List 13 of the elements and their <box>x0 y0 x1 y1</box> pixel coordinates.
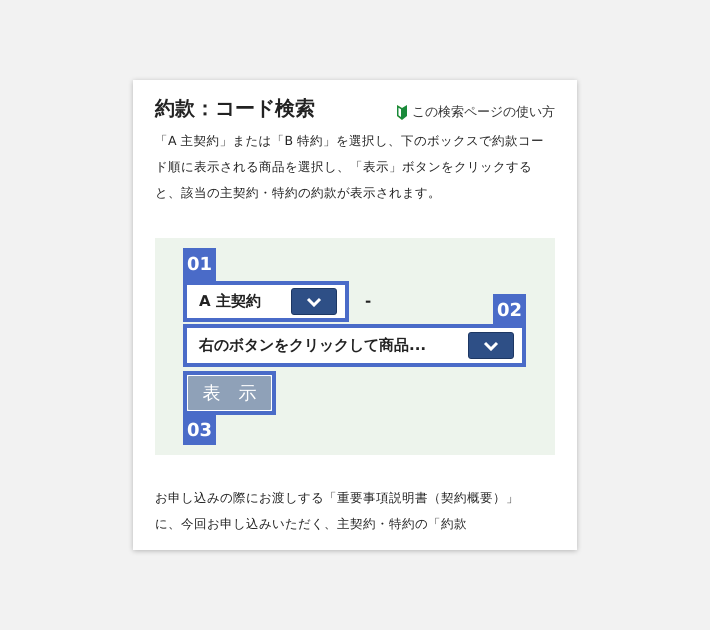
description-text: 「A 主契約」または「B 特約」を選択し、下のボックスで約款コード順に表示される商品を選択し、「表示」ボタンをクリックすると、該当の主契約・特約の約款が表示されます。 <box>155 132 546 202</box>
note-text: お申し込みの際にお渡しする「重要事項説明書（契約概要）」に、今回お申し込みいただく、主契約・特約の「約款 <box>155 489 520 533</box>
select-field[interactable]: A 主契約 <box>187 285 345 318</box>
dropdown-icon[interactable] <box>468 332 514 359</box>
dropdown-icon[interactable] <box>291 288 337 315</box>
select-field[interactable]: 右のボタンをクリックして商品... <box>187 328 522 363</box>
page-title: 約款：コード検索 <box>155 95 315 122</box>
step-label: 02 <box>492 294 526 327</box>
separator-text: - <box>365 291 372 312</box>
help-link[interactable]: この検索ページの使い方 <box>396 102 555 122</box>
step-label: 03 <box>183 415 216 445</box>
step-label: 01 <box>183 248 216 281</box>
beginner-mark-icon <box>396 104 408 120</box>
